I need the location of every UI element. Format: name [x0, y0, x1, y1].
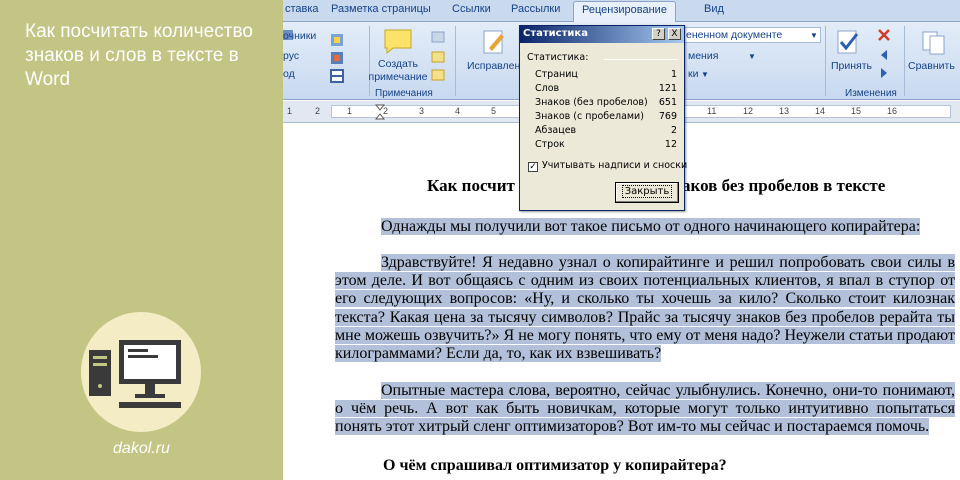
chevron-down-icon-3: ▼ — [701, 70, 709, 79]
doc-paragraph-1-text: Однажды мы получили вот такое письмо от … — [381, 218, 921, 235]
help-button[interactable]: ? — [652, 28, 665, 40]
translate-label[interactable]: од — [283, 68, 295, 81]
ruler-num: 3 — [419, 106, 425, 116]
dialog-title: Статистика — [523, 28, 588, 39]
thesaurus-icon[interactable] — [329, 32, 345, 48]
tab-review[interactable]: Рецензирование — [573, 1, 676, 23]
stat-value: 651 — [658, 97, 677, 108]
stat-label: Знаков (с пробелами) — [535, 111, 644, 122]
ruler-num: 15 — [851, 106, 862, 116]
changes-group-label: Изменения — [845, 88, 897, 99]
research-label[interactable]: рус — [283, 50, 299, 63]
display-review-select[interactable]: ененном документе ▼ — [683, 27, 821, 43]
ruler-num: 11 — [707, 106, 717, 116]
tab-view[interactable]: Вид — [704, 3, 724, 15]
reject-icon[interactable] — [877, 28, 891, 42]
promo-site: dakol.ru — [113, 440, 170, 457]
spelling-label[interactable]: очники — [283, 30, 316, 43]
next-comment-icon[interactable] — [431, 68, 445, 82]
promo-panel: Как посчитать количество знаков и слов в… — [0, 0, 283, 480]
previous-comment-icon[interactable] — [431, 50, 445, 64]
stat-label: Знаков (без пробелов) — [535, 97, 648, 108]
stat-value: 121 — [658, 83, 677, 94]
statistics-dialog[interactable]: Статистика ? X Статистика: Страниц 1 Сло… — [519, 25, 687, 211]
chevron-down-icon-2: ▼ — [748, 52, 756, 61]
indent-marker-icon[interactable] — [375, 104, 385, 120]
doc-heading-left: Как посчит — [427, 176, 515, 195]
show-markup-label[interactable]: мения — [688, 50, 718, 63]
doc-paragraph-3[interactable]: Опытные мастера слова, вероятно, сейчас … — [335, 382, 955, 437]
doc-paragraph-1[interactable]: Однажды мы получили вот такое письмо от … — [335, 218, 955, 236]
track-changes-label[interactable]: Исправлен — [467, 60, 520, 73]
tab-insert[interactable]: ставка — [285, 3, 319, 15]
tab-mailings[interactable]: Рассылки — [511, 3, 560, 15]
next-change-icon[interactable] — [877, 66, 891, 80]
translate-icon[interactable] — [329, 50, 345, 66]
stat-label: Страниц — [535, 69, 578, 80]
tab-page-layout[interactable]: Разметка страницы — [331, 3, 431, 15]
doc-paragraph-3-text: Опытные мастера слова, вероятно, сейчас … — [335, 382, 955, 436]
computer-icon — [89, 340, 181, 408]
stats-section-label: Статистика: — [527, 52, 589, 63]
ruler-num: 5 — [491, 106, 497, 116]
doc-heading-right: аков без пробелов в тексте — [682, 176, 886, 195]
promo-title: Как посчитать количество знаков и слов в… — [25, 21, 253, 90]
previous-change-icon[interactable] — [877, 48, 891, 62]
ruler-num: 1 — [287, 106, 293, 116]
ribbon-tabs: ставка Разметка страницы Ссылки Рассылки… — [283, 0, 960, 23]
stat-label: Абзацев — [535, 125, 577, 136]
promo-circle — [81, 312, 201, 432]
stat-label: Слов — [535, 83, 560, 94]
tab-references[interactable]: Ссылки — [452, 3, 491, 15]
new-comment-label-1[interactable]: Создать — [374, 58, 422, 71]
display-review-value: ененном документе — [686, 29, 783, 41]
stat-value: 769 — [658, 111, 677, 122]
accept-icon[interactable] — [835, 28, 861, 56]
stat-value: 2 — [670, 125, 677, 136]
compare-label[interactable]: Сравнить — [908, 60, 955, 73]
ruler-num: 2 — [315, 106, 321, 116]
include-textboxes-label[interactable]: Учитывать надписи и сноски — [542, 160, 687, 171]
dialog-titlebar[interactable]: Статистика ? X — [520, 26, 684, 43]
doc-paragraph-2-text: Здравствуйте! Я недавно узнал о копирайт… — [335, 254, 955, 363]
doc-paragraph-2[interactable]: Здравствуйте! Я недавно узнал о копирайт… — [335, 254, 955, 363]
compare-icon[interactable] — [921, 28, 947, 56]
ruler-num: 14 — [815, 106, 826, 116]
new-comment-label-2[interactable]: примечание — [364, 71, 432, 84]
include-textboxes-checkbox[interactable]: ✓ — [528, 162, 538, 172]
ruler-num: 13 — [779, 106, 790, 116]
chevron-down-icon: ▼ — [810, 31, 818, 40]
notes-group-label: Примечания — [375, 88, 433, 99]
stat-value: 12 — [664, 139, 677, 150]
delete-comment-icon[interactable] — [431, 30, 445, 44]
ruler-num: 1 — [347, 106, 353, 116]
close-button-label: Закрыть — [621, 185, 673, 198]
ruler-num: 16 — [887, 106, 898, 116]
word-count-icon[interactable] — [329, 68, 345, 84]
stat-value: 1 — [670, 69, 677, 80]
track-changes-icon[interactable] — [481, 28, 507, 56]
ruler-num: 4 — [455, 106, 461, 116]
close-x-button[interactable]: X — [668, 28, 681, 40]
stat-label: Строк — [535, 139, 565, 150]
accept-label[interactable]: Принять — [831, 60, 872, 73]
reviewing-pane-label[interactable]: ки — [688, 68, 698, 81]
new-comment-icon[interactable] — [383, 28, 413, 54]
close-button[interactable]: Закрыть — [615, 182, 679, 203]
ruler-num: 12 — [743, 106, 754, 116]
doc-subheading: О чём спрашивал оптимизатор у копирайтер… — [383, 457, 727, 474]
